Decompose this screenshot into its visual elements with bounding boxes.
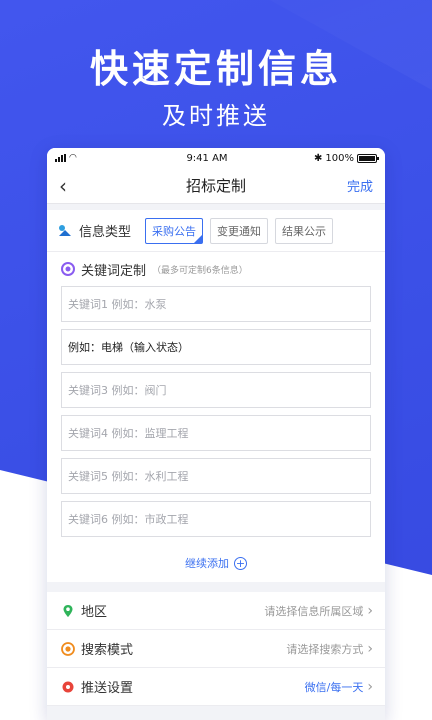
signal-icon (55, 154, 66, 162)
chevron-right-icon: › (367, 678, 373, 695)
battery-percent: 100% (325, 152, 354, 164)
region-label: 地区 (81, 605, 108, 620)
region-setting[interactable]: 地区 请选择信息所属区域 › (47, 592, 385, 630)
chevron-right-icon: › (367, 640, 373, 657)
status-time: 9:41 AM (186, 152, 228, 164)
gear-icon (62, 681, 74, 692)
info-type-icon (59, 224, 71, 236)
chevron-right-icon: › (367, 602, 373, 619)
add-more-label: 继续添加 (185, 557, 229, 570)
type-option-result[interactable]: 结果公示 (275, 217, 334, 244)
search-mode-setting[interactable]: 搜索模式 请选择搜索方式 › (47, 630, 385, 668)
keyword-input-3[interactable]: 关键词3 例如：阀门 (61, 372, 371, 408)
keywords-list: 关键词1 例如：水泵 例如：电梯（输入状态） 关键词3 例如：阀门 关键词4 例… (47, 286, 385, 537)
phone-screen: ◠ 9:41 AM ✱ 100% ‹ 招标定制 完成 信息类型 采购公告 变更通… (47, 148, 385, 720)
keywords-icon (61, 262, 75, 276)
plus-icon: + (234, 556, 247, 570)
info-type-card: 信息类型 采购公告 变更通知 结果公示 关键词定制 （最多可定制6条信息） 关键… (47, 210, 385, 582)
page-title: 招标定制 (185, 177, 246, 195)
search-mode-value: 请选择搜索方式 (286, 642, 364, 656)
info-type-row: 信息类型 采购公告 变更通知 结果公示 (47, 210, 385, 252)
section-divider (47, 582, 385, 592)
keyword-input-6[interactable]: 关键词6 例如：市政工程 (61, 501, 371, 537)
nav-bar: ‹ 招标定制 完成 (47, 168, 385, 204)
keywords-header: 关键词定制 （最多可定制6条信息） (47, 252, 385, 286)
hero-subtitle: 及时推送 (162, 102, 270, 130)
keyword-input-4[interactable]: 关键词4 例如：监理工程 (61, 415, 371, 451)
wifi-icon: ◠ (69, 153, 77, 163)
keyword-input-2[interactable]: 例如：电梯（输入状态） (61, 329, 371, 365)
push-value: 微信/每一天 (304, 680, 364, 694)
battery-icon (356, 153, 379, 163)
hero-title: 快速定制信息 (89, 47, 342, 91)
done-button[interactable]: 完成 (333, 176, 373, 195)
push-setting[interactable]: 推送设置 微信/每一天 › (47, 668, 385, 706)
type-option-procurement[interactable]: 采购公告 (145, 217, 204, 244)
keyword-input-1[interactable]: 关键词1 例如：水泵 (61, 286, 371, 322)
bluetooth-icon: ✱ (314, 152, 323, 164)
keywords-hint: （最多可定制6条信息） (152, 265, 248, 276)
search-mode-icon (61, 641, 75, 656)
add-more-button[interactable]: 继续添加 + (47, 544, 385, 582)
push-label: 推送设置 (81, 681, 134, 696)
info-type-label: 信息类型 (79, 225, 132, 240)
region-value: 请选择信息所属区域 (264, 604, 364, 618)
keywords-title: 关键词定制 (81, 263, 147, 279)
keyword-input-5[interactable]: 关键词5 例如：水利工程 (61, 458, 371, 494)
status-bar: ◠ 9:41 AM ✱ 100% (47, 148, 385, 168)
location-pin-icon (63, 604, 73, 617)
back-button[interactable]: ‹ (59, 174, 99, 198)
search-mode-label: 搜索模式 (81, 643, 134, 658)
type-option-change[interactable]: 变更通知 (210, 217, 269, 244)
